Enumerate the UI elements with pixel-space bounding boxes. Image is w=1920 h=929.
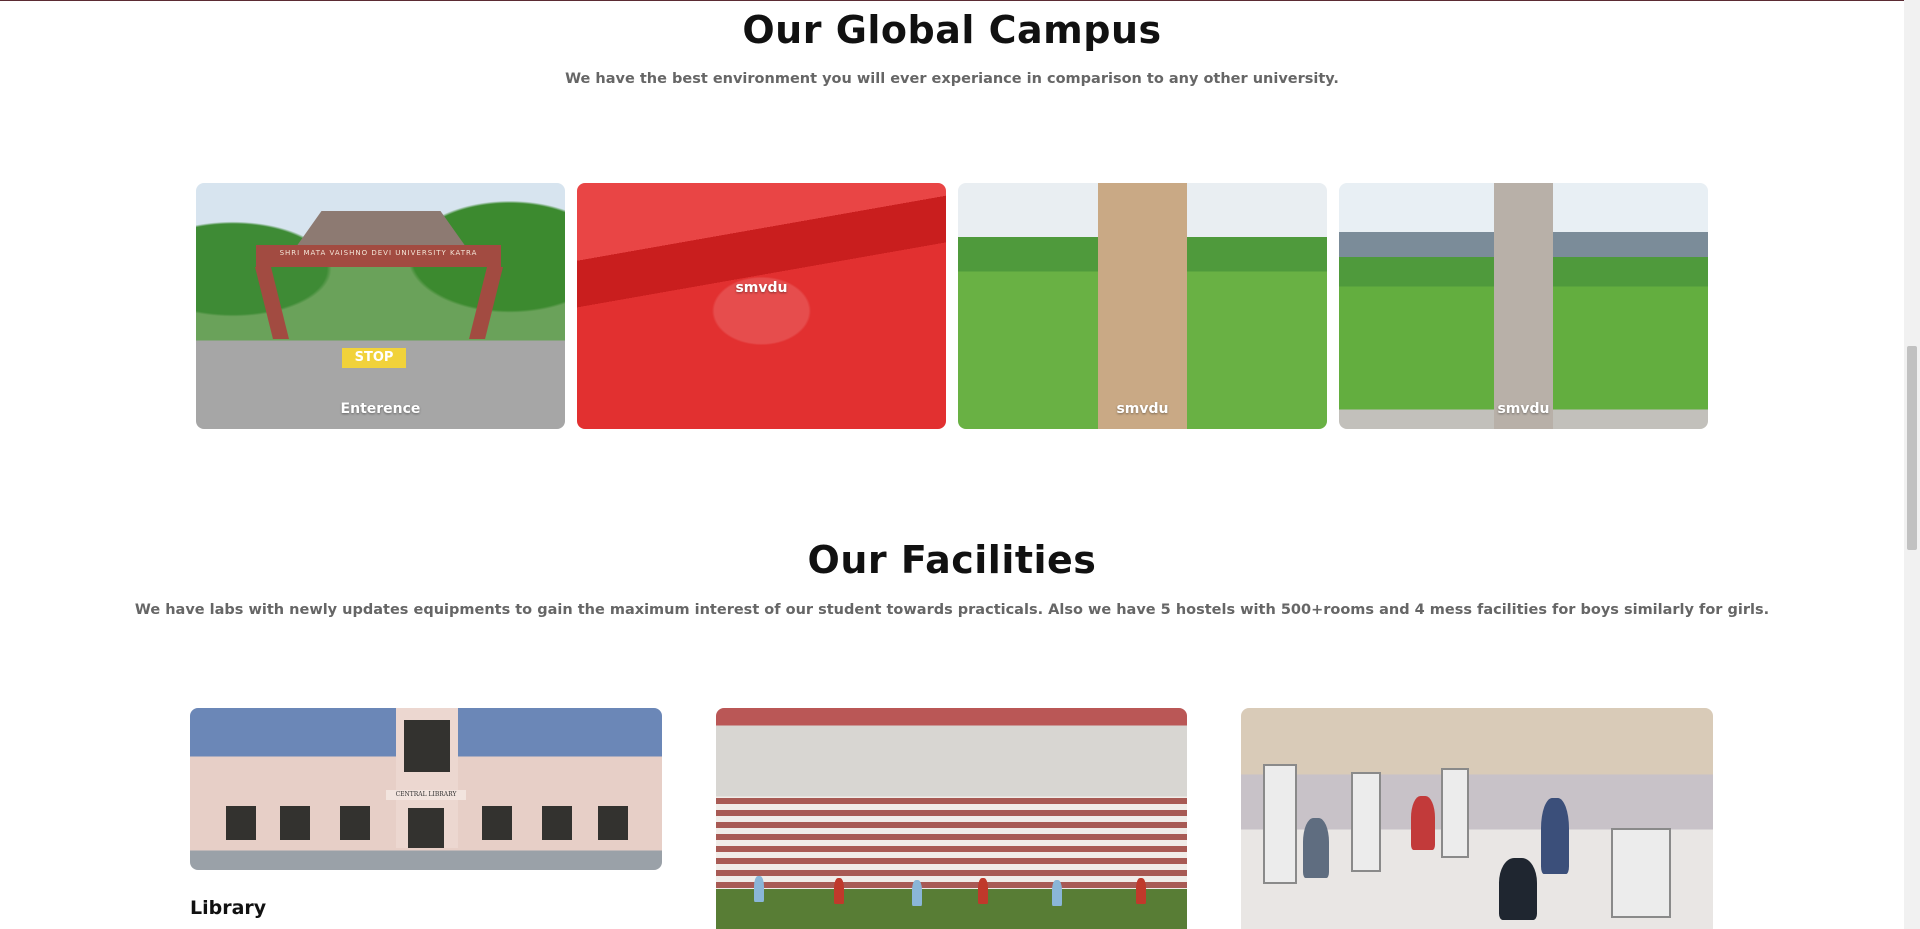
gallery-card-lawn-walkway[interactable]: smvdu xyxy=(1339,183,1708,429)
player xyxy=(1136,878,1146,904)
stadium-grass xyxy=(716,889,1187,929)
arch-leg-left xyxy=(255,267,289,339)
library-entrance xyxy=(408,808,444,848)
arch-text: SHRI MATA VAISHNO DEVI UNIVERSITY KATRA xyxy=(279,249,478,257)
stop-sign: STOP xyxy=(342,348,406,368)
gym-member xyxy=(1541,798,1569,874)
gym-member xyxy=(1499,858,1537,920)
arch-leg-right xyxy=(469,267,503,339)
top-border xyxy=(0,0,1904,1)
gym-member xyxy=(1411,796,1435,850)
library-window xyxy=(280,806,310,840)
library-window xyxy=(482,806,512,840)
campus-section-title: Our Global Campus xyxy=(742,8,1162,52)
gallery-card-entrance[interactable]: SHRI MATA VAISHNO DEVI UNIVERSITY KATRA … xyxy=(196,183,565,429)
gallery-caption: smvdu xyxy=(1116,401,1169,417)
library-window xyxy=(340,806,370,840)
facility-card-stadium[interactable] xyxy=(716,708,1187,929)
gallery-caption: smvdu xyxy=(735,280,788,296)
gallery-card-garden-path[interactable]: smvdu xyxy=(958,183,1327,429)
player xyxy=(978,878,988,904)
library-window xyxy=(542,806,572,840)
player xyxy=(912,880,922,906)
gallery-caption: smvdu xyxy=(1497,401,1550,417)
player xyxy=(834,878,844,904)
campus-gallery: SHRI MATA VAISHNO DEVI UNIVERSITY KATRA … xyxy=(196,183,1708,429)
gym-machine xyxy=(1611,828,1671,918)
facility-label-library: Library xyxy=(190,897,267,919)
gallery-caption: Enterence xyxy=(340,401,421,417)
gallery-card-hill-view[interactable]: smvdu xyxy=(577,183,946,429)
facility-card-gym[interactable] xyxy=(1241,708,1713,929)
facilities-section-subtitle: We have labs with newly updates equipmen… xyxy=(134,602,1770,618)
gym-member xyxy=(1303,818,1329,878)
player xyxy=(754,876,764,902)
scrollbar-thumb[interactable] xyxy=(1907,346,1917,550)
library-window xyxy=(226,806,256,840)
facilities-section-title: Our Facilities xyxy=(807,538,1097,582)
library-tower-window xyxy=(404,720,450,772)
gym-machine xyxy=(1441,768,1469,858)
campus-section-subtitle: We have the best environment you will ev… xyxy=(565,71,1339,87)
page-scrollbar[interactable] xyxy=(1904,0,1920,929)
player xyxy=(1052,880,1062,906)
facility-card-library[interactable]: CENTRAL LIBRARY xyxy=(190,708,662,870)
arch-roof xyxy=(296,211,466,247)
library-window xyxy=(598,806,628,840)
gym-machine xyxy=(1263,764,1297,884)
gym-machine xyxy=(1351,772,1381,872)
library-sign: CENTRAL LIBRARY xyxy=(386,790,466,800)
